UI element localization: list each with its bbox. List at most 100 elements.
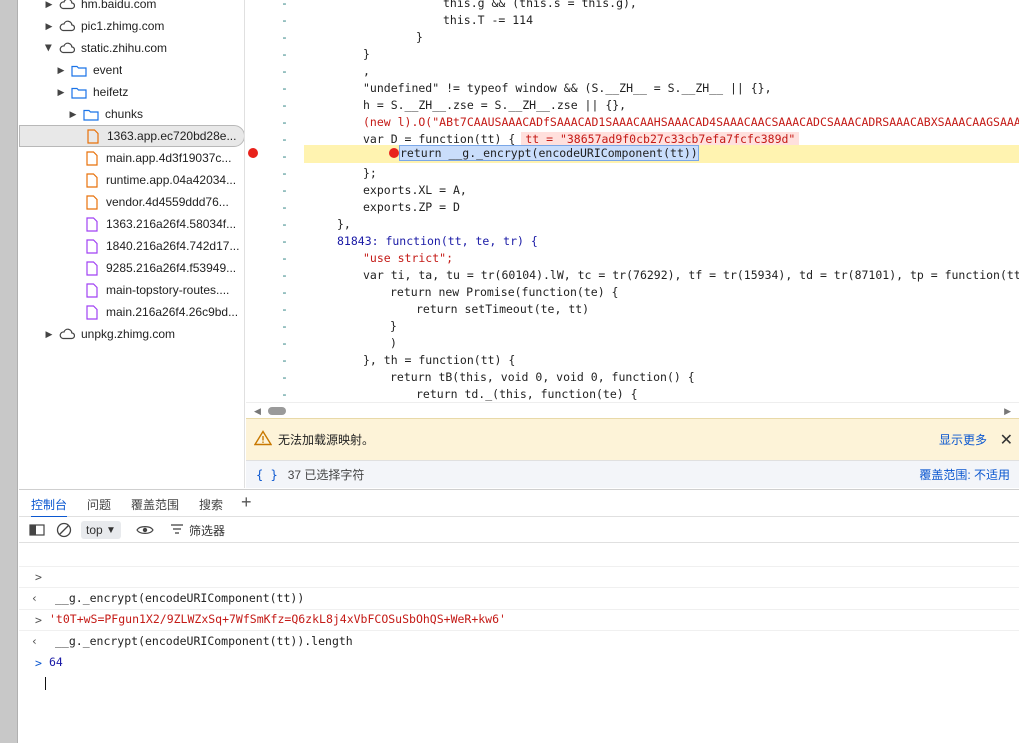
tree-item-label: static.zhihu.com bbox=[81, 41, 168, 55]
file-icon bbox=[84, 128, 102, 144]
collapsed-arrow-icon[interactable]: ▶ bbox=[56, 65, 66, 75]
pretty-print-button[interactable]: { } bbox=[256, 468, 278, 482]
file-icon bbox=[83, 216, 101, 232]
file-icon bbox=[83, 282, 101, 298]
file-icon bbox=[83, 150, 101, 166]
tree-item-file[interactable]: 9285.216a26f4.f53949... bbox=[19, 257, 244, 279]
console-output-entry: ‹ 64 bbox=[19, 610, 1019, 669]
tree-item-label: chunks bbox=[105, 107, 144, 121]
code-line: - return new Promise(function(te) { bbox=[281, 285, 619, 299]
console-output-entry: ‹ 't0T+wS=PFgun1X2/9ZLWZxSq+7WfSmKfz=Q6z… bbox=[19, 567, 1019, 626]
console-output[interactable]: > __g._encrypt(encodeURIComponent(tt)) ‹… bbox=[19, 543, 1019, 743]
collapsed-arrow-icon[interactable]: ▶ bbox=[44, 0, 54, 9]
tree-item-label: 9285.216a26f4.f53949... bbox=[106, 261, 237, 275]
tree-item-file[interactable]: 1363.216a26f4.58034f... bbox=[19, 213, 244, 235]
tree-item-hm-baidu[interactable]: ▶ hm.baidu.com bbox=[19, 0, 244, 15]
selection-count: 37 已选择字符 bbox=[287, 468, 365, 482]
tree-item-label: unpkg.zhimg.com bbox=[81, 327, 176, 341]
code-line: - exports.XL = A, bbox=[281, 183, 467, 197]
live-expression-eye-icon[interactable] bbox=[136, 521, 154, 539]
source-map-warning: 无法加载源映射。 显示更多 ✕ bbox=[246, 418, 1019, 460]
tree-item-label: hm.baidu.com bbox=[81, 0, 157, 11]
inline-breakpoint-icon[interactable] bbox=[389, 148, 399, 158]
collapsed-arrow-icon[interactable]: ▶ bbox=[68, 109, 78, 119]
scroll-right-icon[interactable]: ▶ bbox=[1004, 406, 1011, 417]
filter-icon bbox=[171, 523, 183, 537]
code-line: -81843: function(tt, te, tr) { bbox=[281, 234, 538, 248]
code-line: - return td._(this, function(te) { bbox=[281, 387, 638, 401]
tree-item-file-selected[interactable]: 1363.app.ec720bd28e... bbox=[19, 125, 244, 147]
code-line: -}, bbox=[281, 217, 351, 231]
folder-icon bbox=[70, 62, 88, 78]
tree-item-label: main-topstory-routes.... bbox=[106, 283, 230, 297]
tree-item-pic1-zhimg[interactable]: ▶ pic1.zhimg.com bbox=[19, 15, 244, 37]
code-line: -} bbox=[281, 319, 397, 333]
tree-item-event[interactable]: ▶ event bbox=[19, 59, 244, 81]
tree-item-unpkg-zhimg[interactable]: ▶ unpkg.zhimg.com bbox=[19, 323, 244, 345]
editor-status-bar: { } 37 已选择字符 覆盖范围: 不适用 bbox=[246, 460, 1019, 488]
tree-item-file[interactable]: runtime.app.04a42034... bbox=[19, 169, 244, 191]
tab-console[interactable]: 控制台 bbox=[31, 490, 68, 518]
sidebar-toggle-icon[interactable] bbox=[29, 521, 45, 539]
tree-item-file[interactable]: main-topstory-routes.... bbox=[19, 279, 244, 301]
code-line: -}, th = function(tt) { bbox=[281, 353, 516, 367]
collapsed-arrow-icon[interactable]: ▶ bbox=[56, 87, 66, 97]
cloud-icon bbox=[58, 326, 76, 342]
prompt-chevron-icon: > bbox=[35, 656, 42, 670]
code-line: -}; bbox=[281, 166, 377, 180]
code-line: - var ti, ta, tu = tr(60104).lW, tc = tr(… bbox=[281, 268, 1019, 282]
cloud-icon bbox=[58, 0, 76, 12]
add-tab-icon[interactable]: + bbox=[241, 492, 252, 513]
file-icon bbox=[83, 260, 101, 276]
tree-item-label: 1363.app.ec720bd28e... bbox=[107, 129, 237, 143]
scroll-left-icon[interactable]: ◀ bbox=[254, 406, 261, 417]
dropdown-arrow-icon: ▼ bbox=[106, 524, 116, 536]
tree-item-label: main.216a26f4.26c9bd... bbox=[106, 305, 239, 319]
close-icon[interactable]: ✕ bbox=[1000, 430, 1013, 450]
tree-item-chunks[interactable]: ▶ chunks bbox=[19, 103, 244, 125]
tree-item-file[interactable]: vendor.4d4559ddd76... bbox=[19, 191, 244, 213]
filter-input[interactable]: 筛选器 bbox=[171, 521, 225, 539]
code-line: - return tB(this, void 0, void 0, functio… bbox=[281, 370, 695, 384]
code-line: -} bbox=[281, 30, 423, 44]
folder-icon bbox=[70, 84, 88, 100]
console-toolbar: top ▼ 筛选器 bbox=[19, 517, 1019, 543]
tree-item-file[interactable]: main.app.4d3f19037c... bbox=[19, 147, 244, 169]
collapsed-arrow-icon[interactable]: ▶ bbox=[44, 329, 54, 339]
console-input-entry: > __g._encrypt(encodeURIComponent(tt)).l… bbox=[19, 589, 1019, 648]
tab-coverage[interactable]: 覆盖范围 bbox=[131, 490, 179, 518]
drawer-tabs: 控制台 问题 覆盖范围 搜索 + bbox=[19, 489, 1019, 518]
coverage-status[interactable]: 覆盖范围: 不适用 bbox=[919, 466, 1010, 483]
tree-item-static-zhihu[interactable]: ▶ static.zhihu.com bbox=[19, 37, 244, 59]
tree-item-label: main.app.4d3f19037c... bbox=[106, 151, 232, 165]
tree-item-file[interactable]: 1840.216a26f4.742d17... bbox=[19, 235, 244, 257]
folder-icon bbox=[82, 106, 100, 122]
warning-icon bbox=[253, 430, 273, 449]
expanded-arrow-icon[interactable]: ▶ bbox=[44, 43, 55, 53]
tree-item-label: pic1.zhimg.com bbox=[81, 19, 165, 33]
horizontal-scrollbar[interactable]: ◀ ▶ bbox=[246, 402, 1019, 418]
context-select[interactable]: top ▼ bbox=[81, 521, 121, 539]
code-editor[interactable]: - this.g && (this.s = this.g), - this.T -=… bbox=[246, 0, 1019, 402]
tree-item-heifetz[interactable]: ▶ heifetz bbox=[19, 81, 244, 103]
show-more-link[interactable]: 显示更多 bbox=[939, 431, 987, 448]
tree-item-file[interactable]: main.216a26f4.26c9bd... bbox=[19, 301, 244, 323]
tree-item-label: 1840.216a26f4.742d17... bbox=[106, 239, 240, 253]
file-icon bbox=[83, 304, 101, 320]
selected-code-text: return __g._encrypt(encodeURIComponent(t… bbox=[399, 145, 699, 161]
clear-console-icon[interactable] bbox=[56, 521, 72, 539]
file-icon bbox=[83, 238, 101, 254]
code-line: -, bbox=[281, 64, 370, 78]
code-line: - "undefined" != typeof window && (S.__ZH… bbox=[281, 81, 772, 95]
tree-item-label: vendor.4d4559ddd76... bbox=[106, 195, 229, 209]
tree-item-label: 1363.216a26f4.58034f... bbox=[106, 217, 237, 231]
tab-issues[interactable]: 问题 bbox=[87, 490, 111, 518]
code-line: -h = S.__ZH__.zse = S.__ZH__.zse || {}, bbox=[281, 98, 627, 112]
sources-file-tree: ▶ hm.baidu.com ▶ pic1.zhimg.com ▶ static… bbox=[19, 0, 245, 488]
console-prompt[interactable]: > bbox=[19, 632, 1019, 690]
collapsed-arrow-icon[interactable]: ▶ bbox=[44, 21, 54, 31]
scrollbar-thumb[interactable] bbox=[268, 407, 286, 415]
tab-search[interactable]: 搜索 bbox=[199, 490, 223, 518]
code-line: - exports.ZP = D bbox=[281, 200, 460, 214]
code-line: -) bbox=[281, 336, 397, 350]
